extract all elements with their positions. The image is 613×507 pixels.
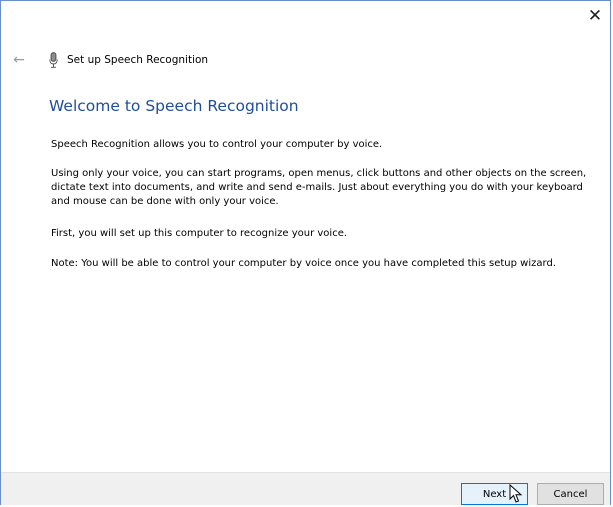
wizard-title: Set up Speech Recognition	[67, 54, 209, 66]
note-paragraph: Note: You will be able to control your c…	[51, 258, 556, 269]
microphone-icon	[47, 51, 59, 69]
intro-paragraph: Speech Recognition allows you to control…	[51, 139, 383, 150]
setup-paragraph: First, you will set up this computer to …	[51, 228, 348, 239]
cancel-button[interactable]: Cancel	[537, 483, 604, 505]
back-button[interactable]: ←	[9, 51, 29, 69]
close-button[interactable]: ✕	[580, 1, 610, 31]
description-paragraph: Using only your voice, you can start pro…	[51, 168, 587, 207]
next-button[interactable]: Next	[461, 483, 528, 505]
back-arrow-icon: ←	[13, 52, 25, 68]
page-heading: Welcome to Speech Recognition	[49, 97, 299, 115]
wizard-footer: Next Cancel	[1, 472, 610, 505]
close-icon: ✕	[587, 6, 603, 26]
speech-recognition-wizard-window: ✕ ← Set up Speech Recognition Welcome to…	[0, 0, 611, 505]
wizard-header: ← Set up Speech Recognition	[9, 51, 208, 69]
